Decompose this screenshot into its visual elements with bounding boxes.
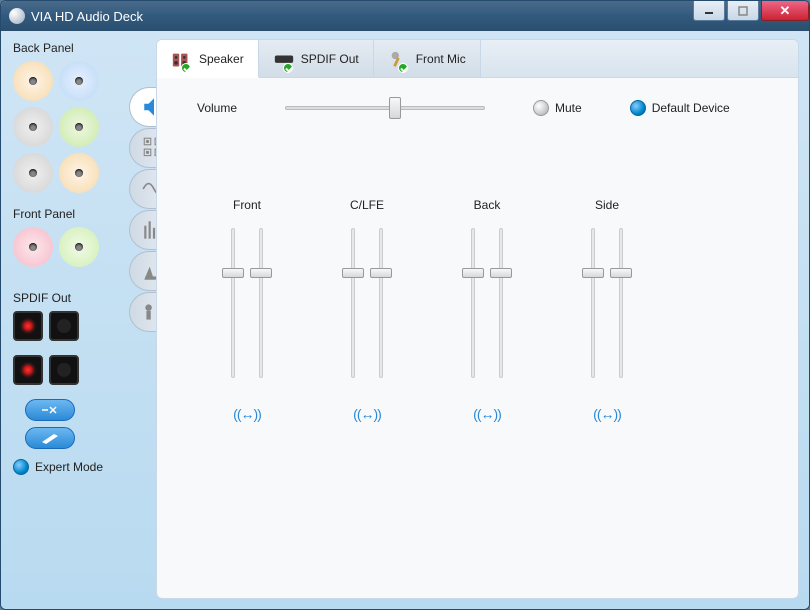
spdif-coax-2[interactable] [49, 355, 79, 385]
jack-back-orange[interactable] [13, 61, 53, 101]
channel-sliders: Front ((↔)) C/LFE ((↔)) Back ((↔)) Side ((↔)) [157, 128, 798, 422]
close-button[interactable]: ✕ [761, 1, 809, 21]
spdif-coax-1[interactable] [49, 311, 79, 341]
wrench-icon [40, 404, 60, 416]
tab-frontmic[interactable]: Front Mic [374, 40, 481, 77]
channel-slider-left[interactable] [465, 228, 481, 378]
jack-back-gray[interactable] [13, 107, 53, 147]
channel-slider-left[interactable] [345, 228, 361, 378]
jack-back-green[interactable] [59, 107, 99, 147]
window-controls: ✕ [691, 1, 809, 21]
jack-back-blue[interactable] [59, 61, 99, 101]
back-panel-jacks [13, 61, 146, 193]
volume-slider[interactable] [285, 98, 485, 118]
mute-toggle[interactable]: Mute [533, 100, 582, 116]
balance-link-icon[interactable]: ((↔)) [473, 406, 501, 422]
jack-front-green[interactable] [59, 227, 99, 267]
app-icon [9, 8, 25, 24]
channel-label: C/LFE [350, 198, 384, 212]
channel-slider-pair [345, 228, 389, 378]
channel-slider-right[interactable] [373, 228, 389, 378]
channel-slider-left[interactable] [585, 228, 601, 378]
mute-radio[interactable] [533, 100, 549, 116]
tab-spdif[interactable]: SPDIF Out [259, 40, 374, 77]
channel-label: Back [474, 198, 501, 212]
check-badge-icon [283, 63, 293, 73]
tool-button-1[interactable] [25, 399, 75, 421]
balance-link-icon[interactable]: ((↔)) [233, 406, 261, 422]
top-tabs: Speaker SPDIF Out Front Mic [157, 40, 798, 78]
balance-link-icon[interactable]: ((↔)) [593, 406, 621, 422]
tab-speaker-label: Speaker [199, 52, 244, 66]
window-title: VIA HD Audio Deck [31, 9, 143, 24]
volume-row: Volume Mute Default Device [157, 78, 798, 128]
slider-track [285, 106, 485, 110]
expert-mode-row[interactable]: Expert Mode [13, 459, 146, 475]
maximize-button[interactable] [727, 1, 759, 21]
channel-slider-right[interactable] [493, 228, 509, 378]
channel-front: Front ((↔)) [207, 198, 287, 422]
channel-slider-right[interactable] [613, 228, 629, 378]
titlebar[interactable]: VIA HD Audio Deck ✕ [1, 1, 809, 31]
default-device-toggle[interactable]: Default Device [630, 100, 730, 116]
balance-link-icon[interactable]: ((↔)) [353, 406, 381, 422]
app-window: VIA HD Audio Deck ✕ Back Panel Front Pan… [0, 0, 810, 610]
spdif-row-1 [13, 311, 146, 341]
slider-thumb[interactable] [389, 97, 401, 119]
channel-label: Side [595, 198, 619, 212]
channel-c-lfe: C/LFE ((↔)) [327, 198, 407, 422]
pen-icon [40, 432, 60, 444]
channel-slider-pair [585, 228, 629, 378]
check-badge-icon [398, 63, 408, 73]
spdif-optical-1[interactable] [13, 311, 43, 341]
check-badge-icon [181, 63, 191, 73]
channel-slider-right[interactable] [253, 228, 269, 378]
channel-slider-left[interactable] [225, 228, 241, 378]
channel-side: Side ((↔)) [567, 198, 647, 422]
default-device-radio[interactable] [630, 100, 646, 116]
back-panel-label: Back Panel [13, 41, 146, 55]
content-card: Speaker SPDIF Out Front Mic Volume [156, 39, 799, 599]
spdif-row-2 [13, 355, 146, 385]
body: Back Panel Front Panel SPDIF Out [1, 31, 809, 609]
jack-back-gray2[interactable] [13, 153, 53, 193]
front-panel-jacks [13, 227, 146, 267]
default-device-label: Default Device [652, 101, 730, 115]
tab-speaker[interactable]: Speaker [157, 40, 259, 78]
channel-slider-pair [225, 228, 269, 378]
tab-spdif-label: SPDIF Out [301, 52, 359, 66]
minimize-button[interactable] [693, 1, 725, 21]
spdif-label: SPDIF Out [13, 291, 146, 305]
jack-front-pink[interactable] [13, 227, 53, 267]
front-panel-label: Front Panel [13, 207, 146, 221]
mute-label: Mute [555, 101, 582, 115]
channel-slider-pair [465, 228, 509, 378]
channel-label: Front [233, 198, 261, 212]
tab-frontmic-label: Front Mic [416, 52, 466, 66]
main-panel: +- [156, 31, 809, 609]
expert-mode-label: Expert Mode [35, 460, 103, 474]
volume-label: Volume [197, 101, 267, 115]
expert-mode-radio[interactable] [13, 459, 29, 475]
spdif-optical-2[interactable] [13, 355, 43, 385]
channel-back: Back ((↔)) [447, 198, 527, 422]
jack-back-orange2[interactable] [59, 153, 99, 193]
tool-button-2[interactable] [25, 427, 75, 449]
